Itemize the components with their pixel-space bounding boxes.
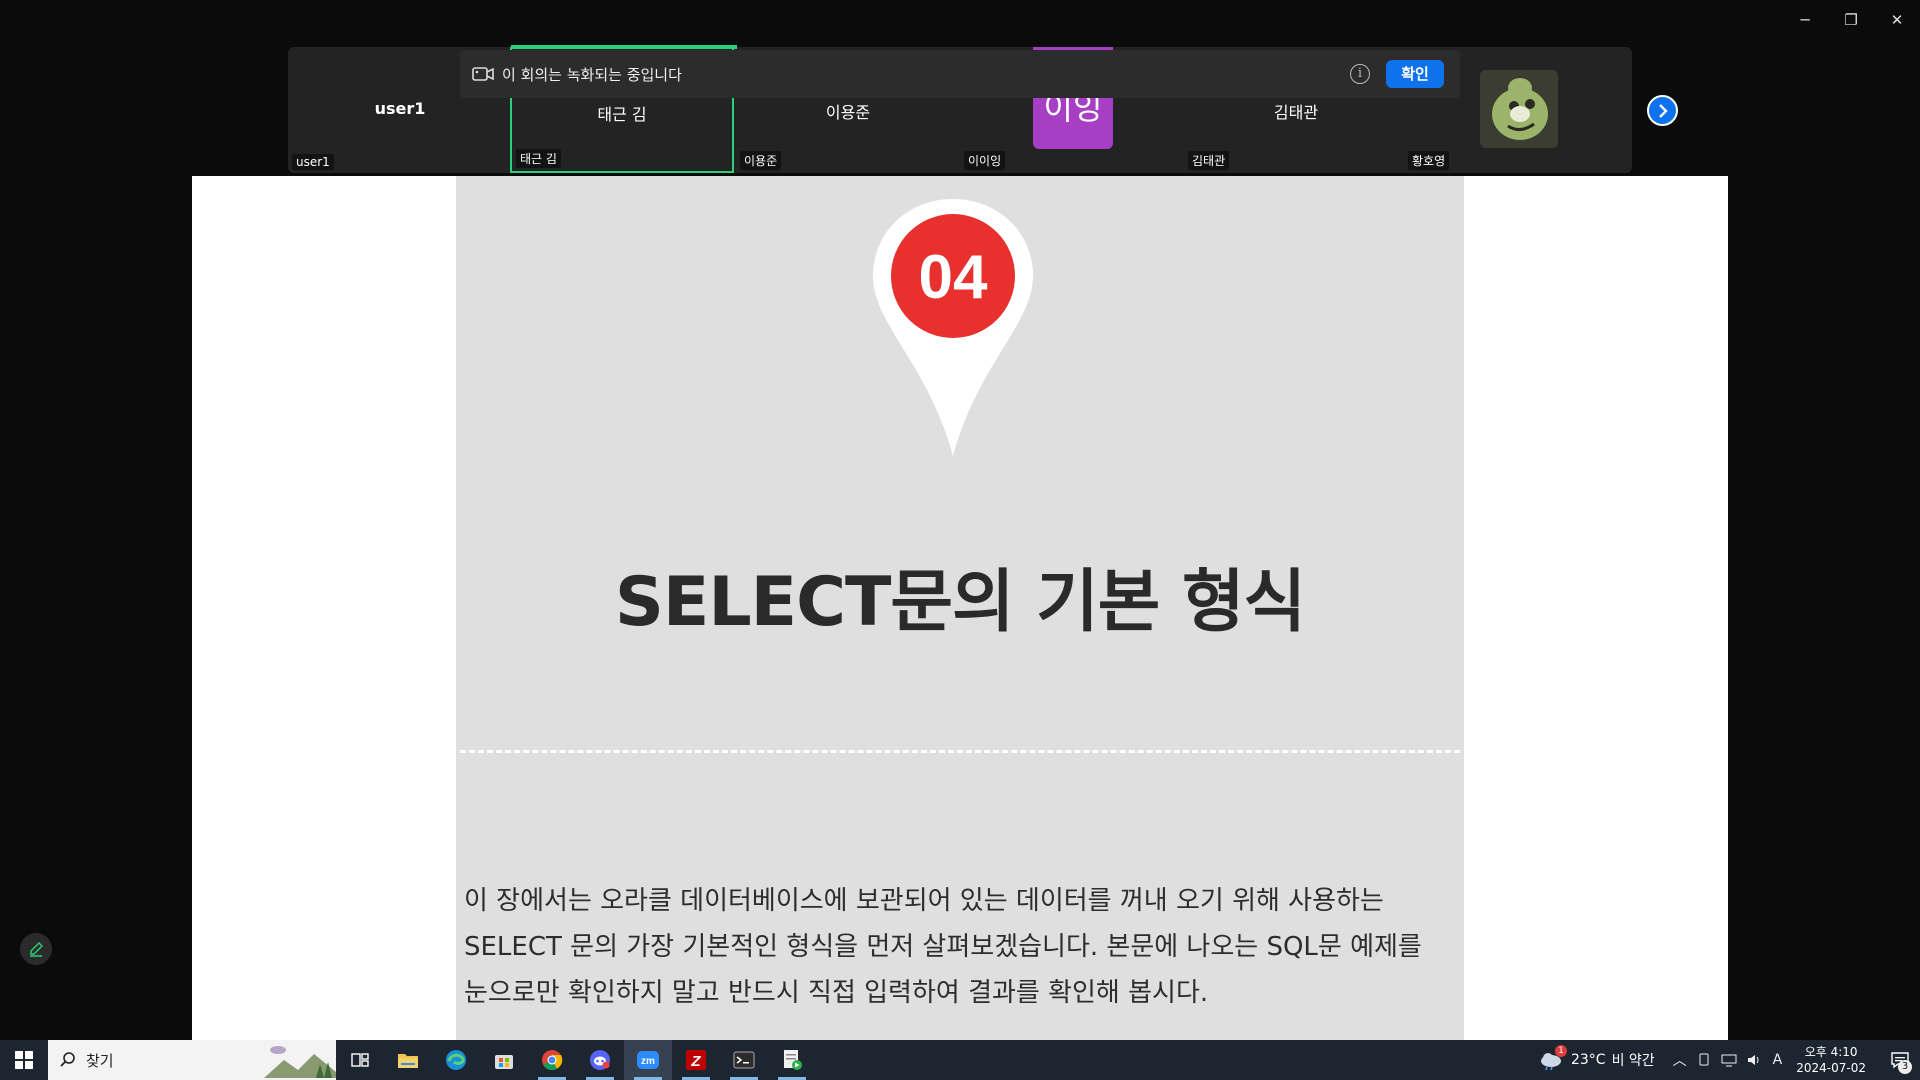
terminal-button[interactable] [720,1040,768,1080]
presentation-slide: 04 SELECT문의 기본 형식 이 장에서는 오라클 데이터베이스에 보관되… [456,176,1464,1040]
chevron-up-icon[interactable]: ︿ [1673,1050,1687,1070]
task-view-icon [351,1053,369,1067]
filezilla-button[interactable]: Z [672,1040,720,1080]
close-button[interactable]: ✕ [1874,0,1920,40]
weather-alert-badge: 1 [1554,1045,1567,1057]
restore-button[interactable]: ❐ [1828,0,1874,40]
zoom-icon: zm [637,1051,659,1069]
search-placeholder: 찾기 [86,1051,114,1070]
taskbar: 찾기 zm Z 1 23°C 비 약간 ︿ A 오후 4:10 2024-07-… [0,1040,1920,1080]
confirm-button[interactable]: 확인 [1386,60,1444,88]
system-tray: 1 23°C 비 약간 ︿ A 오후 4:10 2024-07-02 3 [1539,1040,1920,1080]
file-explorer-button[interactable] [384,1040,432,1080]
window-controls: ─ ❐ ✕ [1782,0,1920,40]
chevron-right-icon [1658,103,1668,118]
terminal-icon [733,1051,755,1069]
network-icon[interactable] [1721,1053,1737,1067]
next-page-button[interactable] [1647,95,1678,126]
recording-camera-icon [472,67,494,81]
participant-tag: 태근 김 [516,149,561,168]
weather-desc: 비 약간 [1611,1053,1655,1069]
chrome-button[interactable] [528,1040,576,1080]
chrome-icon [542,1050,563,1071]
slide-body-text: 이 장에서는 오라클 데이터베이스에 보관되어 있는 데이터를 꺼내 오기 위해… [464,886,1422,1008]
participant-name: user1 [374,99,426,118]
participant-tag: user1 [292,154,334,170]
tray-icons: ︿ A [1673,1050,1783,1070]
store-button[interactable] [480,1040,528,1080]
participant-tag: 이이잉 [964,151,1006,170]
shared-screen: 04 SELECT문의 기본 형식 이 장에서는 오라클 데이터베이스에 보관되… [192,176,1728,1040]
zoom-button[interactable]: zm [624,1040,672,1080]
notepad-app-button[interactable] [768,1040,816,1080]
notification-count-badge: 3 [1898,1060,1912,1074]
pencil-icon [30,942,43,957]
divider [460,750,1460,753]
recording-message: 이 회의는 녹화되는 중입니다 [502,65,682,84]
notification-center-button[interactable]: 3 [1880,1040,1920,1080]
notepad-app-icon [784,1050,802,1070]
device-icon[interactable] [1697,1053,1711,1067]
participant-tag: 황호영 [1408,151,1450,170]
clock-date: 2024-07-02 [1796,1061,1866,1075]
frog-avatar-icon [1480,70,1558,148]
taskbar-search[interactable]: 찾기 [48,1040,336,1080]
store-icon [495,1055,513,1069]
clock[interactable]: 오후 4:10 2024-07-02 [1796,1044,1866,1076]
windows-logo-icon [15,1051,33,1069]
search-icon [60,1052,75,1067]
start-button[interactable] [0,1040,48,1080]
participant-name: 김태관 [1273,103,1319,122]
minimize-button[interactable]: ─ [1782,0,1828,40]
participant-name: 태근 김 [597,105,647,124]
edge-button[interactable] [432,1040,480,1080]
info-icon[interactable]: i [1350,64,1370,84]
participant-tag: 이용준 [740,151,782,170]
edge-browser-icon [446,1050,466,1070]
ime-indicator[interactable]: A [1773,1052,1783,1068]
task-view-button[interactable] [336,1040,384,1080]
avatar [1480,70,1558,148]
svg-text:Z: Z [690,1053,701,1070]
weather-temp: 23°C [1570,1052,1606,1068]
recording-banner: 이 회의는 녹화되는 중입니다 i 확인 [460,50,1460,98]
slide-title: SELECT문의 기본 형식 [614,563,1306,642]
active-speaker-indicator [511,45,737,49]
discord-button[interactable] [576,1040,624,1080]
volume-icon[interactable] [1747,1053,1763,1067]
participant-tag: 김태관 [1188,151,1230,170]
discord-icon [590,1050,610,1070]
weather-widget[interactable]: 1 23°C 비 약간 [1539,1045,1655,1071]
svg-text:zm: zm [641,1056,655,1067]
badge-number: 04 [919,243,988,312]
clock-time: 오후 4:10 [1804,1045,1858,1059]
annotate-button[interactable] [20,933,52,965]
filezilla-icon: Z [686,1050,706,1070]
search-highlight-illustration [264,1042,336,1078]
map-pin-badge: 04 [873,199,1033,456]
folder-icon [398,1054,418,1068]
participant-name: 이용준 [825,103,871,122]
